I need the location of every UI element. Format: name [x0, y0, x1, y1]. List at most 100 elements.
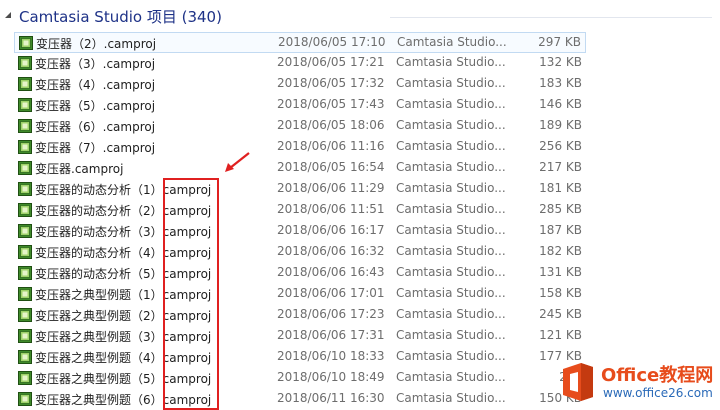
- file-row[interactable]: 变压器之典型例题（5）camproj 2018/06/10 18:49 Camtas…: [14, 368, 586, 389]
- file-name: 变压器（2）.camproj: [36, 35, 156, 52]
- file-row[interactable]: 变压器（3）.camproj 2018/06/05 17:21 Camtasia S…: [14, 53, 586, 74]
- file-size: 189 KB: [539, 118, 582, 132]
- camproj-file-icon: [18, 140, 32, 154]
- file-size: 146 KB: [539, 97, 582, 111]
- file-type: Camtasia Studio...: [396, 160, 506, 174]
- file-date: 2018/06/06 11:51: [277, 202, 385, 216]
- file-date: 2018/06/06 17:01: [277, 286, 385, 300]
- camproj-file-icon: [18, 266, 32, 280]
- file-date: 2018/06/06 16:17: [277, 223, 385, 237]
- file-type: Camtasia Studio...: [396, 265, 506, 279]
- camproj-file-icon: [18, 350, 32, 364]
- file-name-base: 变压器: [35, 162, 72, 176]
- file-name-base: 变压器的动态分析（5）: [35, 267, 163, 281]
- file-date: 2018/06/11 16:30: [277, 391, 385, 405]
- file-row[interactable]: 变压器.camproj 2018/06/05 16:54 Camtasia Stud…: [14, 158, 586, 179]
- file-type: Camtasia Studio...: [396, 349, 506, 363]
- file-date: 2018/06/05 17:43: [277, 97, 385, 111]
- file-name: 变压器（6）.camproj: [35, 118, 155, 135]
- file-name-extension: .camproj: [102, 99, 156, 113]
- camproj-file-icon: [18, 182, 32, 196]
- file-row[interactable]: 变压器（7）.camproj 2018/06/06 11:16 Camtasia S…: [14, 137, 586, 158]
- file-row[interactable]: 变压器的动态分析（2）camproj 2018/06/06 11:51 Camtas…: [14, 200, 586, 221]
- file-type: Camtasia Studio...: [396, 202, 506, 216]
- file-row[interactable]: 变压器之典型例题（2）camproj 2018/06/06 17:23 Camtas…: [14, 305, 586, 326]
- file-date: 2018/06/05 17:32: [277, 76, 385, 90]
- file-date: 2018/06/06 11:29: [277, 181, 385, 195]
- file-type: Camtasia Studio...: [396, 97, 506, 111]
- file-row[interactable]: 变压器（4）.camproj 2018/06/05 17:32 Camtasia S…: [14, 74, 586, 95]
- file-name-base: 变压器（3）: [35, 57, 103, 71]
- file-name-base: 变压器（4）: [35, 78, 103, 92]
- file-row[interactable]: 变压器（5）.camproj 2018/06/05 17:43 Camtasia S…: [14, 95, 586, 116]
- file-size: 187 KB: [539, 223, 582, 237]
- file-name-extension: .camproj: [102, 141, 156, 155]
- file-type: Camtasia Studio...: [396, 307, 506, 321]
- camproj-file-icon: [18, 98, 32, 112]
- file-size: 158 KB: [539, 286, 582, 300]
- camproj-file-icon: [18, 245, 32, 259]
- file-row[interactable]: 变压器的动态分析（4）camproj 2018/06/06 16:32 Camtas…: [14, 242, 586, 263]
- file-row[interactable]: 变压器之典型例题（3）camproj 2018/06/06 17:31 Camtas…: [14, 326, 586, 347]
- camproj-file-icon: [19, 36, 33, 50]
- file-row[interactable]: 变压器之典型例题（6）camproj 2018/06/11 16:30 Camtas…: [14, 389, 586, 410]
- file-name-base: 变压器之典型例题（5）: [35, 372, 163, 386]
- file-size: 181 KB: [539, 181, 582, 195]
- file-size: 285 KB: [539, 202, 582, 216]
- file-row[interactable]: 变压器（2）.camproj 2018/06/05 17:10 Camtasia S…: [14, 32, 586, 53]
- file-type: Camtasia Studio...: [396, 76, 506, 90]
- file-list: 变压器（2）.camproj 2018/06/05 17:10 Camtasia S…: [0, 32, 720, 410]
- file-name-base: 变压器之典型例题（4）: [35, 351, 163, 365]
- file-row[interactable]: 变压器的动态分析（3）camproj 2018/06/06 16:17 Camtas…: [14, 221, 586, 242]
- camproj-file-icon: [18, 77, 32, 91]
- extension-highlight-box: [163, 178, 219, 410]
- annotation-arrow-icon: [225, 152, 250, 172]
- file-type: Camtasia Studio...: [397, 35, 507, 49]
- camproj-file-icon: [18, 308, 32, 322]
- file-row[interactable]: 变压器的动态分析（1）camproj 2018/06/06 11:29 Camtas…: [14, 179, 586, 200]
- file-date: 2018/06/10 18:33: [277, 349, 385, 363]
- file-size: 217 KB: [539, 160, 582, 174]
- file-name-base: 变压器的动态分析（2）: [35, 204, 163, 218]
- file-date: 2018/06/05 18:06: [277, 118, 385, 132]
- group-divider: [390, 17, 712, 18]
- file-row[interactable]: 变压器的动态分析（5）camproj 2018/06/06 16:43 Camtas…: [14, 263, 586, 284]
- group-title: Camtasia Studio 项目 (340): [19, 8, 222, 26]
- chevron-collapse-icon[interactable]: [4, 11, 12, 19]
- file-size: 245 KB: [539, 307, 582, 321]
- camproj-file-icon: [18, 371, 32, 385]
- file-name-base: 变压器之典型例题（3）: [35, 330, 163, 344]
- file-type: Camtasia Studio...: [396, 181, 506, 195]
- file-date: 2018/06/10 18:49: [277, 370, 385, 384]
- file-type: Camtasia Studio...: [396, 223, 506, 237]
- file-name-base: 变压器（7）: [35, 141, 103, 155]
- file-size: 182 KB: [539, 244, 582, 258]
- office-logo-icon: [563, 363, 593, 401]
- camproj-file-icon: [18, 56, 32, 70]
- file-name-extension: .camproj: [71, 162, 124, 176]
- camproj-file-icon: [18, 119, 32, 133]
- file-name-base: 变压器之典型例题（6）: [35, 393, 163, 407]
- file-size: 256 KB: [539, 139, 582, 153]
- group-header[interactable]: Camtasia Studio 项目 (340): [0, 0, 720, 32]
- file-row[interactable]: 变压器之典型例题（1）camproj 2018/06/06 17:01 Camtas…: [14, 284, 586, 305]
- camproj-file-icon: [18, 203, 32, 217]
- file-name-base: 变压器（2）: [36, 37, 104, 51]
- file-type: Camtasia Studio...: [396, 139, 506, 153]
- file-date: 2018/06/06 11:16: [277, 139, 385, 153]
- file-row[interactable]: 变压器之典型例题（4）camproj 2018/06/10 18:33 Camtas…: [14, 347, 586, 368]
- file-row[interactable]: 变压器（6）.camproj 2018/06/05 18:06 Camtasia S…: [14, 116, 586, 137]
- file-size: 297 KB: [538, 35, 581, 49]
- file-date: 2018/06/06 17:23: [277, 307, 385, 321]
- file-name: 变压器（4）.camproj: [35, 76, 155, 93]
- file-name-base: 变压器之典型例题（1）: [35, 288, 163, 302]
- file-name-extension: .camproj: [103, 37, 157, 51]
- file-name-extension: .camproj: [102, 57, 156, 71]
- file-date: 2018/06/06 16:43: [277, 265, 385, 279]
- file-type: Camtasia Studio...: [396, 118, 506, 132]
- file-type: Camtasia Studio...: [396, 328, 506, 342]
- watermark: Office教程网 www.office26.com: [553, 358, 720, 409]
- file-type: Camtasia Studio...: [396, 55, 506, 69]
- file-size: 183 KB: [539, 76, 582, 90]
- camproj-file-icon: [18, 287, 32, 301]
